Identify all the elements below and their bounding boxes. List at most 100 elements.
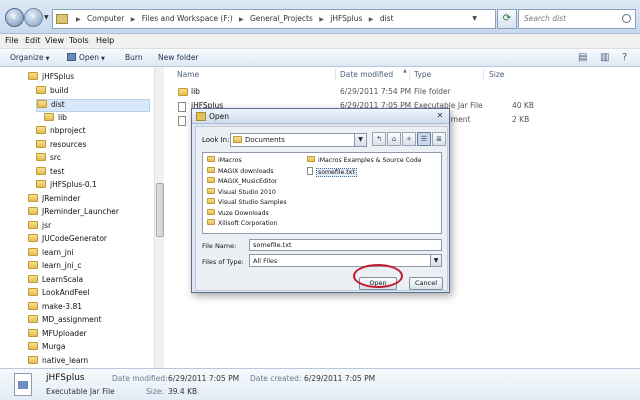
nav-tree-item[interactable]: LookAndFeel — [28, 288, 163, 301]
nav-tree-item[interactable]: learn_jni — [28, 247, 163, 261]
dialog-title-bar[interactable]: Open ✕ — [192, 109, 449, 124]
dialog-file-label: Visual Studio Samples — [218, 199, 287, 206]
file-row-size: 2 KB — [512, 115, 530, 124]
menu-file[interactable]: File — [5, 36, 18, 45]
nav-tree-item[interactable]: learn_jni_c — [28, 261, 163, 274]
chevron-down-icon: ▼ — [45, 56, 50, 62]
nav-tree-item[interactable]: lib — [44, 112, 163, 126]
nav-tree-item[interactable]: jsr — [28, 220, 163, 234]
nav-tree-item[interactable]: Murga — [28, 342, 163, 355]
breadcrumb-general-projects[interactable]: General_Projects — [250, 14, 313, 23]
search-input[interactable]: Search dist — [518, 9, 636, 29]
nav-tree-item[interactable]: dist — [36, 99, 150, 112]
nav-tree-item[interactable]: src — [36, 153, 163, 166]
recent-pages-chevron-icon[interactable]: ▼ — [44, 14, 49, 21]
details-view-icon[interactable]: ≣ — [432, 132, 446, 146]
dialog-file-item[interactable]: Visual Studio Samples — [207, 198, 287, 207]
forward-button[interactable]: › — [24, 8, 43, 27]
column-divider[interactable] — [409, 69, 410, 81]
address-bar: ‹ › ▼ ▶ Computer ▶ Files and Workspace (… — [0, 0, 640, 34]
chevron-down-icon[interactable]: ▼ — [354, 134, 366, 146]
column-header-date[interactable]: Date modified — [340, 70, 393, 79]
nav-tree-label: test — [50, 166, 65, 176]
nav-tree-item[interactable]: jHFSplus-0.1 — [36, 180, 163, 193]
dialog-file-item[interactable]: MAGIX downloads — [207, 166, 273, 176]
nav-scrollbar[interactable] — [154, 67, 164, 368]
address-field[interactable]: ▶ Computer ▶ Files and Workspace (F:) ▶ … — [52, 9, 496, 29]
menu-tools[interactable]: Tools — [69, 36, 89, 45]
nav-tree-label: LookAndFeel — [42, 288, 90, 297]
column-header-type[interactable]: Type — [414, 70, 431, 79]
menu-bar: File Edit View Tools Help — [0, 34, 640, 49]
file-icon — [178, 102, 186, 112]
dialog-file-item[interactable]: Vuze Downloads — [207, 208, 269, 218]
nav-tree-item[interactable]: make-3.81 — [28, 301, 163, 315]
folder-icon — [28, 193, 38, 202]
folder-icon — [36, 139, 46, 148]
nav-scroll-thumb[interactable] — [156, 183, 164, 237]
nav-tree-item[interactable]: nbproject — [36, 126, 163, 139]
nav-tree-item[interactable]: native_learn — [28, 355, 163, 369]
breadcrumb-drive[interactable]: Files and Workspace (F:) — [142, 14, 233, 23]
java-cup-icon — [196, 112, 206, 121]
refresh-button[interactable]: ⟳ — [497, 9, 517, 29]
dialog-cancel-button[interactable]: Cancel — [409, 277, 443, 290]
up-one-level-icon[interactable]: ↰ — [372, 132, 386, 146]
nav-tree-item[interactable]: JReminder_Launcher — [28, 207, 163, 220]
organize-button[interactable]: Organize ▼ — [10, 53, 49, 62]
back-button[interactable]: ‹ — [5, 8, 24, 27]
close-icon[interactable]: ✕ — [434, 111, 446, 122]
dialog-file-item[interactable]: Xilisoft Corporation — [207, 219, 277, 228]
list-view-icon[interactable]: ☰ — [417, 132, 431, 146]
folder-icon — [207, 198, 215, 204]
dialog-file-item[interactable]: iMacros — [207, 156, 242, 165]
column-header-name[interactable]: Name — [177, 70, 199, 79]
dialog-open-button[interactable]: Open — [359, 277, 397, 290]
help-icon[interactable]: ? — [622, 52, 627, 63]
nav-tree-label: lib — [58, 112, 67, 122]
menu-view[interactable]: View — [45, 36, 64, 45]
nav-tree-item[interactable]: test — [36, 166, 163, 180]
burn-button[interactable]: Burn — [125, 53, 143, 62]
nav-tree-item[interactable]: build — [36, 85, 163, 99]
nav-tree-item[interactable]: LearnScala — [28, 274, 163, 288]
nav-tree-label: jsr — [42, 220, 52, 230]
nav-tree-item[interactable]: resources — [36, 139, 163, 153]
breadcrumb-computer[interactable]: Computer — [87, 14, 124, 23]
menu-edit[interactable]: Edit — [25, 36, 41, 45]
view-options-icon[interactable]: ▤ — [578, 52, 587, 63]
dialog-file-item[interactable]: somefile.txt — [307, 166, 357, 177]
breadcrumb-dist[interactable]: dist — [380, 14, 394, 23]
new-folder-icon[interactable]: + — [402, 132, 416, 146]
dialog-file-list[interactable]: iMacros MAGIX downloads MAGIX_MusicEditor V… — [202, 152, 442, 234]
nav-tree-label: resources — [50, 139, 87, 149]
home-icon[interactable]: ⌂ — [387, 132, 401, 146]
nav-tree-item[interactable]: jHFSplus — [28, 72, 163, 85]
open-button[interactable]: Open ▼ — [67, 53, 105, 62]
look-in-select[interactable]: Documents ▼ — [230, 133, 367, 147]
dialog-file-item[interactable]: Visual Studio 2010 — [207, 187, 276, 197]
file-type-select[interactable]: All Files ▼ — [249, 254, 442, 267]
nav-tree-item[interactable]: JReminder — [28, 193, 163, 207]
dialog-file-item[interactable]: MAGIX_MusicEditor — [207, 177, 277, 186]
file-row-name[interactable]: lib — [191, 87, 200, 96]
menu-help[interactable]: Help — [96, 36, 114, 45]
look-in-value: Documents — [245, 136, 285, 144]
chevron-down-icon[interactable]: ▼ — [430, 255, 441, 266]
file-name-input[interactable] — [249, 239, 442, 251]
dialog-file-item[interactable]: iMacros Examples & Source Code — [307, 156, 422, 165]
column-header-size[interactable]: Size — [489, 70, 504, 79]
breadcrumb-jhfsplus[interactable]: jHFSplus — [330, 14, 362, 23]
dialog-file-label: iMacros — [218, 157, 242, 164]
new-folder-button[interactable]: New folder — [158, 53, 199, 62]
column-divider[interactable] — [483, 69, 484, 81]
nav-tree-item[interactable]: MFUploader — [28, 328, 163, 342]
preview-pane-icon[interactable]: ▥ — [600, 52, 609, 63]
folder-icon — [28, 207, 38, 215]
details-date-modified: 6/29/2011 7:05 PM — [168, 374, 240, 383]
column-divider[interactable] — [335, 69, 336, 81]
nav-tree-item[interactable]: JUCodeGenerator — [28, 234, 163, 247]
nav-tree-item[interactable]: MD_assignment — [28, 315, 163, 328]
address-history-chevron-icon[interactable]: ▼ — [472, 15, 477, 22]
folder-icon — [28, 288, 38, 296]
